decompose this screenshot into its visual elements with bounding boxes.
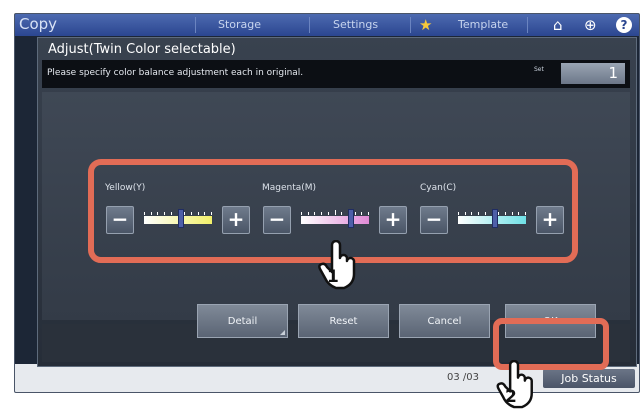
slider-tick: [511, 212, 513, 215]
slider-tick: [321, 212, 323, 215]
slider-tick: [184, 212, 186, 215]
detail-label: Detail: [227, 316, 258, 327]
slider-tick: [190, 212, 192, 215]
job-status-button[interactable]: Job Status: [543, 369, 635, 388]
slider-tick: [327, 212, 329, 215]
slider-tick: [150, 212, 152, 215]
slider-tick: [314, 212, 316, 215]
magenta-slider[interactable]: [301, 209, 369, 228]
slider-tick: [471, 212, 473, 215]
slider-tick: [197, 212, 199, 215]
hand-pointer-icon: 1: [318, 239, 362, 292]
slider-tick: [518, 212, 520, 215]
slider-tick: [211, 212, 212, 215]
magenta-minus-button[interactable]: −: [263, 206, 291, 234]
cancel-button[interactable]: Cancel: [399, 304, 490, 338]
slider-track: [301, 216, 369, 224]
divider: [527, 17, 528, 33]
slider-tick: [354, 212, 356, 215]
cyan-label: Cyan(C): [420, 183, 457, 193]
slider-tick: [157, 212, 159, 215]
cyan-plus-button[interactable]: +: [536, 206, 564, 234]
slider-tick: [144, 212, 145, 215]
slider-tick: [301, 212, 302, 215]
hand-pointer-icon: 2: [496, 359, 540, 411]
slider-tick: [504, 212, 506, 215]
slider-tick: [525, 212, 526, 215]
slider-tick: [361, 212, 363, 215]
copy-counter: 03 /03: [447, 372, 479, 383]
yellow-minus-button[interactable]: −: [106, 206, 134, 234]
slider-tick: [334, 210, 336, 215]
step-1-number: 1: [327, 267, 339, 287]
slider-tick: [464, 212, 466, 215]
slider-thumb[interactable]: [178, 209, 185, 228]
magenta-plus-button[interactable]: +: [379, 206, 407, 234]
slider-tick: [307, 212, 309, 215]
slider-tick: [368, 212, 369, 215]
reset-button[interactable]: Reset: [298, 304, 389, 338]
cyan-minus-button[interactable]: −: [420, 206, 448, 234]
info-bar: Please specify color balance adjustment …: [42, 60, 630, 88]
yellow-label: Yellow(Y): [105, 183, 146, 193]
slider-tick: [164, 212, 166, 215]
corner-mark: [280, 330, 285, 335]
divider: [195, 17, 196, 33]
app-title: Copy: [19, 15, 58, 33]
set-number-field[interactable]: 1: [561, 63, 625, 84]
top-bar: Copy Storage Settings ★ Template ⌂ ⊕ ?: [15, 14, 639, 36]
tab-storage[interactable]: Storage: [218, 18, 261, 31]
cyan-slider[interactable]: [458, 209, 526, 228]
slider-tick: [458, 212, 459, 215]
slider-tick: [498, 212, 500, 215]
divider: [410, 17, 411, 33]
slider-tick: [478, 212, 480, 215]
yellow-plus-button[interactable]: +: [222, 206, 250, 234]
detail-button[interactable]: Detail: [197, 304, 288, 338]
instruction-message: Please specify color balance adjustment …: [47, 68, 304, 78]
slider-tick: [341, 212, 343, 215]
tab-settings[interactable]: Settings: [333, 18, 378, 31]
globe-icon[interactable]: ⊕: [584, 16, 597, 34]
yellow-slider[interactable]: [144, 209, 212, 228]
slider-ticks: [301, 210, 369, 215]
slider-tick: [170, 212, 172, 215]
slider-tick: [204, 212, 206, 215]
tab-template[interactable]: Template: [458, 18, 508, 31]
slider-tick: [484, 212, 486, 215]
set-label: Set: [534, 66, 544, 73]
slider-thumb[interactable]: [492, 209, 499, 228]
step-2-number: 2: [505, 387, 517, 407]
home-icon[interactable]: ⌂: [553, 16, 563, 34]
magenta-label: Magenta(M): [262, 183, 317, 193]
slider-thumb[interactable]: [347, 209, 354, 228]
dialog-title: Adjust(Twin Color selectable): [48, 42, 236, 57]
star-icon[interactable]: ★: [419, 16, 432, 34]
divider: [309, 17, 310, 33]
help-icon[interactable]: ?: [616, 17, 632, 33]
